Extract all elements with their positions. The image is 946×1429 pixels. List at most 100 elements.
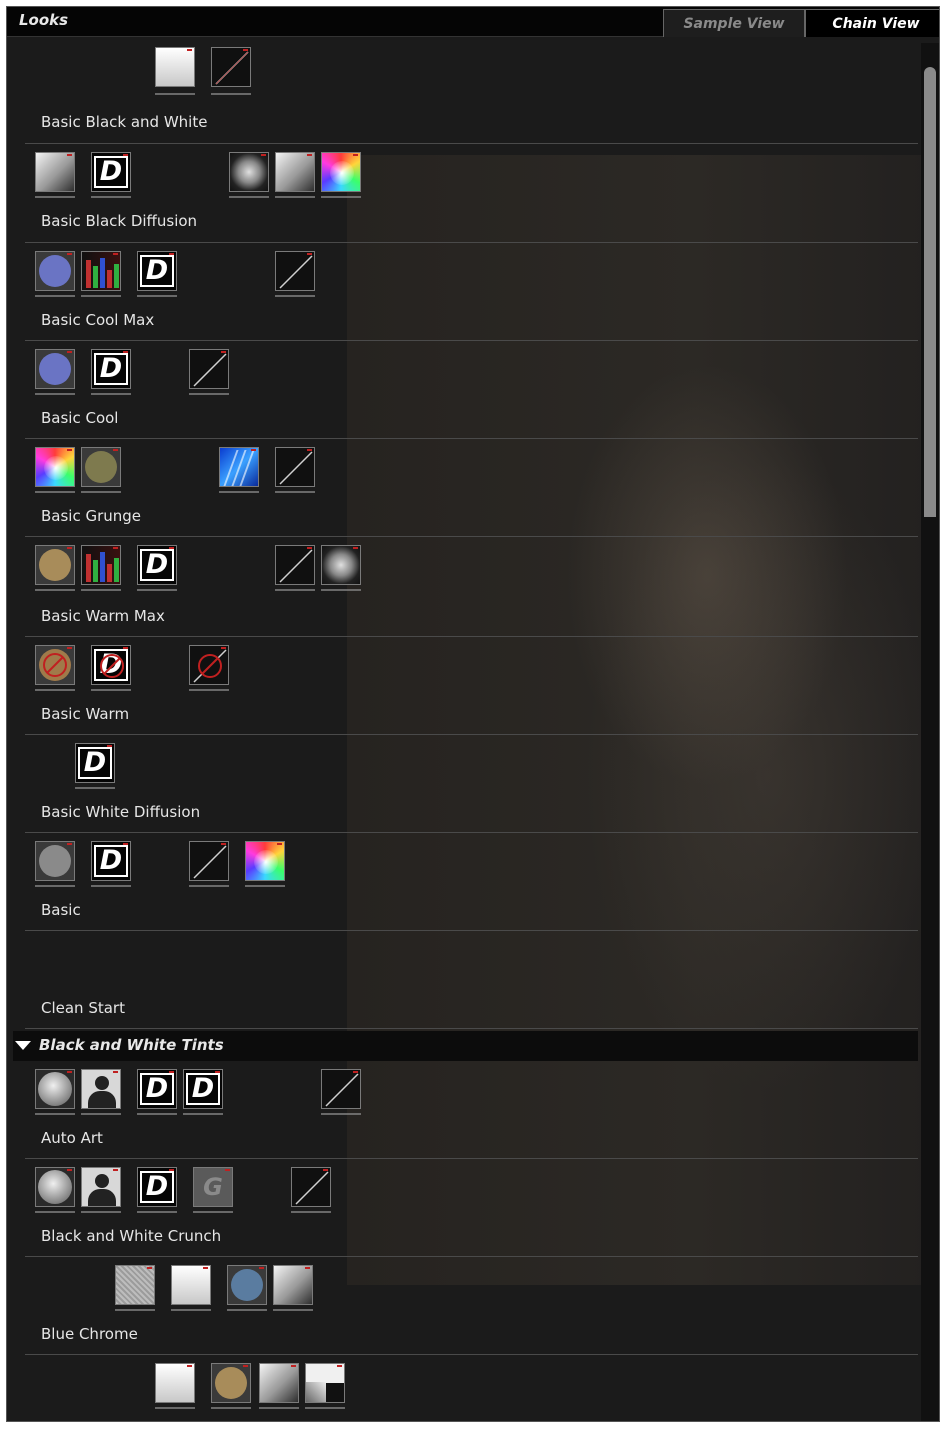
saturation-wheel-icon[interactable] xyxy=(35,447,75,487)
tool-caption xyxy=(75,787,115,789)
film-grain-tool-icon[interactable] xyxy=(219,447,259,487)
curves-tool-icon[interactable] xyxy=(275,545,315,585)
look-name: Basic Cool Max xyxy=(41,311,155,329)
look-row[interactable]: Clean Start xyxy=(25,931,918,1029)
mono-tint-tool-icon[interactable] xyxy=(35,545,75,585)
tool-caption xyxy=(275,196,315,198)
curves-tool-icon[interactable] xyxy=(275,447,315,487)
ranged-saturation-tool-icon[interactable] xyxy=(81,545,121,585)
scrollbar-thumb[interactable] xyxy=(924,67,936,517)
look-row[interactable] xyxy=(25,1355,918,1421)
contrast-tool-icon[interactable] xyxy=(35,152,75,192)
contrast-tool-icon[interactable] xyxy=(273,1265,313,1305)
look-row[interactable]: Basic Black and White xyxy=(25,37,918,144)
tool-caption xyxy=(227,1309,267,1311)
tool-caption xyxy=(183,1113,223,1115)
mono-tint-tool-icon[interactable] xyxy=(211,1363,251,1403)
vignette-tool-icon[interactable] xyxy=(229,152,269,192)
tool-caption xyxy=(35,295,75,297)
mono-tint-tool-icon[interactable] xyxy=(81,447,121,487)
mono-tint-tool-icon[interactable] xyxy=(35,841,75,881)
look-row[interactable]: D Basic Cool Max xyxy=(25,243,918,341)
curves-tool-icon[interactable] xyxy=(189,349,229,389)
tool-caption xyxy=(291,1211,331,1213)
category-header[interactable]: Black and White Tints xyxy=(13,1031,918,1061)
expand-arrow-icon[interactable] xyxy=(15,1041,31,1050)
saturation-tool-icon[interactable] xyxy=(35,1167,75,1207)
tool-caption xyxy=(305,1407,345,1409)
black-white-tool-icon[interactable] xyxy=(171,1265,211,1305)
look-row[interactable]: D D Auto Art xyxy=(25,1061,918,1159)
diffusion-tool-icon[interactable]: D xyxy=(137,545,177,585)
contrast-tool-icon[interactable] xyxy=(275,152,315,192)
tool-caption xyxy=(35,491,75,493)
diffusion-tool-icon[interactable]: D xyxy=(183,1069,223,1109)
diffusion-tool-icon[interactable]: D xyxy=(75,743,115,783)
curves-tool-icon[interactable] xyxy=(275,251,315,291)
look-row[interactable]: D Basic xyxy=(25,833,918,931)
mono-tint-tool-icon[interactable] xyxy=(35,645,75,685)
tool-caption xyxy=(245,885,285,887)
look-row[interactable]: Blue Chrome xyxy=(25,1257,918,1355)
contrast-tool-icon[interactable] xyxy=(259,1363,299,1403)
diffusion-tool-icon[interactable]: D xyxy=(137,1069,177,1109)
tool-caption xyxy=(155,93,195,95)
tab-sample-view[interactable]: Sample View xyxy=(663,9,805,37)
tool-caption xyxy=(137,295,177,297)
tab-chain-view[interactable]: Chain View xyxy=(805,9,939,37)
curves-tool-icon[interactable] xyxy=(189,841,229,881)
look-name: Auto Art xyxy=(41,1129,103,1147)
diffusion-tool-icon[interactable]: D xyxy=(91,841,131,881)
split-tone-tool-icon[interactable] xyxy=(305,1363,345,1403)
curves-tool-icon[interactable] xyxy=(211,47,251,87)
diffusion-tool-icon[interactable]: D xyxy=(91,349,131,389)
tool-caption xyxy=(189,689,229,691)
panel-title: Looks xyxy=(19,11,69,29)
look-row[interactable]: D Basic Cool xyxy=(25,341,918,439)
hi-light-tool-icon[interactable] xyxy=(81,1069,121,1109)
ranged-saturation-tool-icon[interactable] xyxy=(81,251,121,291)
tool-caption xyxy=(137,1113,177,1115)
vignette-tool-icon[interactable] xyxy=(321,545,361,585)
tool-caption xyxy=(81,1211,121,1213)
tool-caption xyxy=(171,1309,211,1311)
look-name: Basic Warm xyxy=(41,705,130,723)
diffusion-tool-icon[interactable]: D xyxy=(137,251,177,291)
looks-panel: Looks Sample View Chain View Basic Black… xyxy=(6,6,940,1422)
tool-caption xyxy=(275,295,315,297)
look-row[interactable]: Basic Grunge xyxy=(25,439,918,537)
look-name: Basic Black and White xyxy=(41,113,208,131)
tool-caption xyxy=(321,196,361,198)
mono-tint-tool-icon[interactable] xyxy=(35,349,75,389)
tool-caption xyxy=(91,393,131,395)
hi-light-tool-icon[interactable] xyxy=(81,1167,121,1207)
black-white-tool-icon[interactable] xyxy=(155,1363,195,1403)
mono-tint-tool-icon[interactable] xyxy=(35,251,75,291)
grain-tool-icon[interactable]: G xyxy=(193,1167,233,1207)
black-white-tool-icon[interactable] xyxy=(155,47,195,87)
vertical-scrollbar[interactable] xyxy=(921,43,939,1421)
look-name: Black and White Crunch xyxy=(41,1227,222,1245)
tool-caption xyxy=(219,491,259,493)
saturation-wheel-icon[interactable] xyxy=(321,152,361,192)
look-row[interactable]: D Basic Warm Max xyxy=(25,537,918,637)
diffusion-tool-icon[interactable]: D xyxy=(91,152,131,192)
saturation-tool-icon[interactable] xyxy=(35,1069,75,1109)
tool-caption xyxy=(35,196,75,198)
diffusion-tool-icon[interactable]: D xyxy=(137,1167,177,1207)
mono-tint-tool-icon[interactable] xyxy=(227,1265,267,1305)
look-row[interactable]: D Basic White Diffusion xyxy=(25,735,918,833)
look-row[interactable]: D G Black and White Crunch xyxy=(25,1159,918,1257)
look-name: Blue Chrome xyxy=(41,1325,138,1343)
curves-tool-icon[interactable] xyxy=(321,1069,361,1109)
diffusion-tool-icon[interactable]: D xyxy=(91,645,131,685)
look-name: Basic Black Diffusion xyxy=(41,212,198,230)
tool-caption xyxy=(321,1113,361,1115)
curves-tool-icon[interactable] xyxy=(291,1167,331,1207)
look-row[interactable]: D Basic Black Diffusion xyxy=(25,144,918,243)
tool-caption xyxy=(275,491,315,493)
look-row[interactable]: D Basic Warm xyxy=(25,637,918,735)
vignette-tool-icon[interactable] xyxy=(115,1265,155,1305)
curves-tool-icon[interactable] xyxy=(189,645,229,685)
saturation-wheel-icon[interactable] xyxy=(245,841,285,881)
